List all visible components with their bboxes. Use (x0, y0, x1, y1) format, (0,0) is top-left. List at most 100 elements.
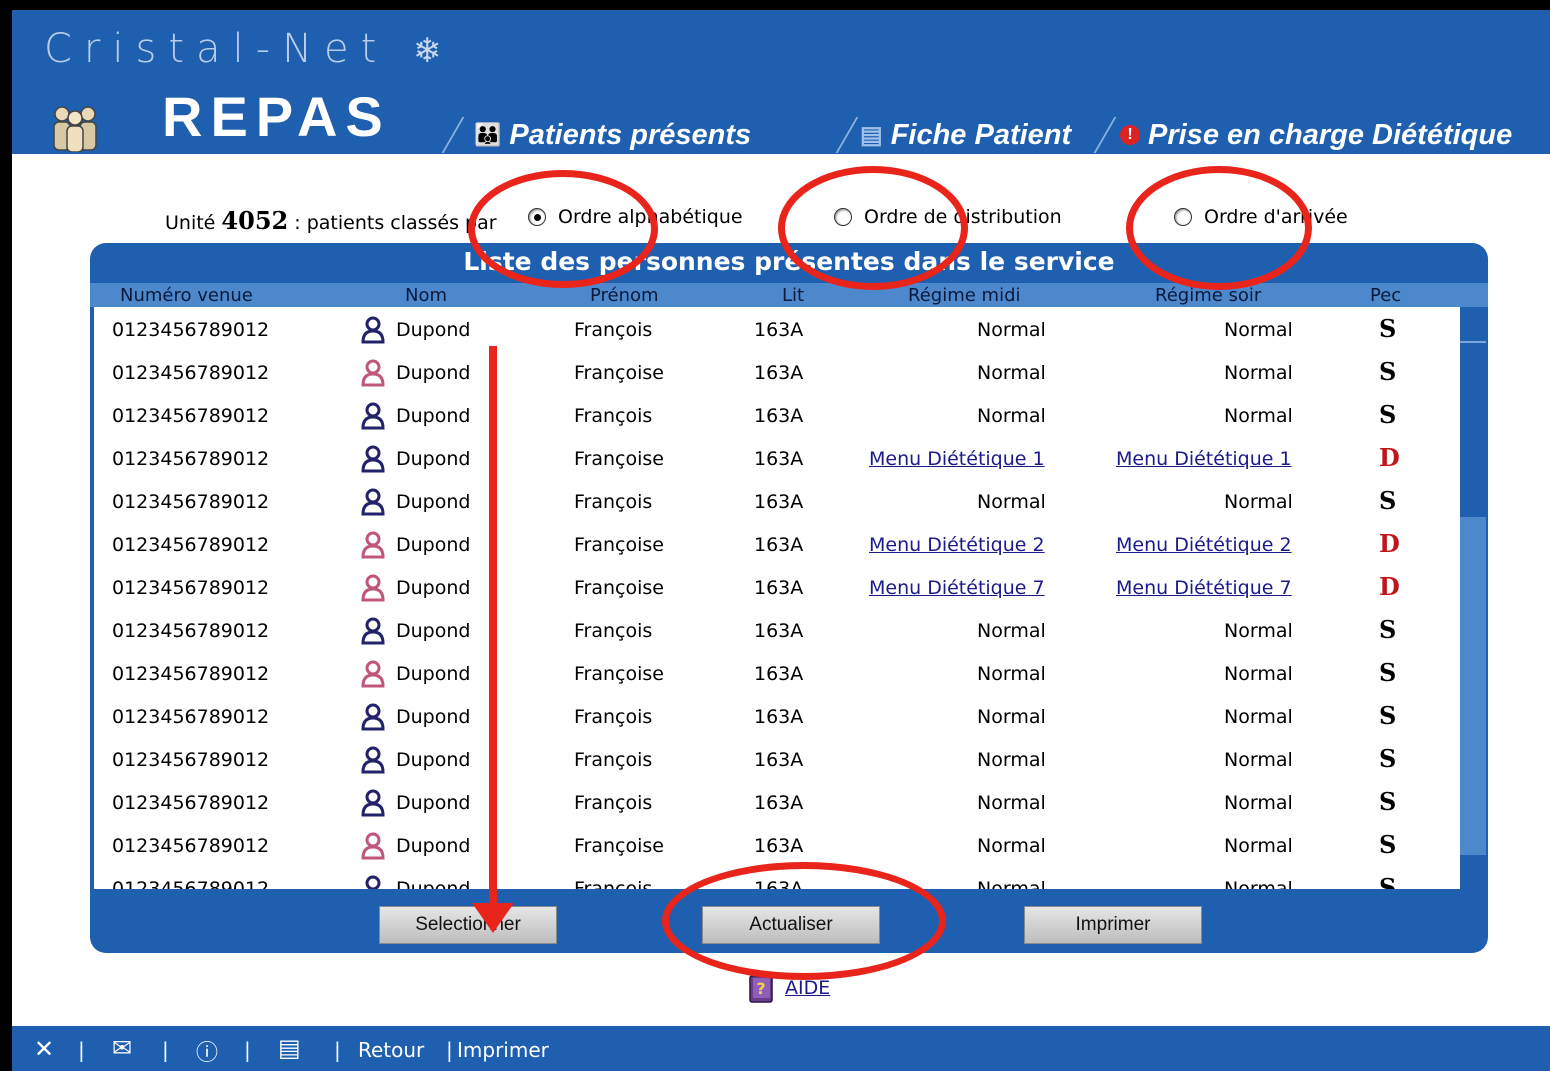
select-button[interactable]: Selectionner (379, 906, 557, 944)
table-row[interactable]: 0123456789012 Dupond François 163A Normal Nor… (94, 397, 1460, 440)
patient-table: 0123456789012 Dupond François 163A Normal Nor… (94, 307, 1460, 889)
female-patient-icon (361, 531, 385, 559)
unit-number: 4052 (221, 206, 289, 235)
male-patient-icon (361, 316, 385, 344)
vertical-scrollbar[interactable] (1460, 307, 1486, 889)
table-row[interactable]: 0123456789012 Dupond François 163A Normal Nor… (94, 612, 1460, 655)
column-header: Nom (405, 285, 448, 306)
sort-distribution-radio[interactable]: Ordre de distribution (834, 206, 1062, 228)
cell-prenom: François (574, 620, 653, 642)
table-row[interactable]: 0123456789012 Dupond Françoise 163A Normal No… (94, 655, 1460, 698)
cell-regime-midi: Normal (977, 491, 1046, 513)
table-row[interactable]: 0123456789012 Dupond Françoise 163A Menu Dié… (94, 569, 1460, 612)
diet-menu-link[interactable]: Menu Diététique 7 (1116, 577, 1292, 599)
cell-pec: S (1379, 314, 1397, 343)
document-icon[interactable]: ▤ (278, 1034, 301, 1062)
app-header: Cristal-Net ❄ REPAS 👪 Patients présents … (12, 10, 1550, 154)
cell-nom: Dupond (396, 835, 471, 857)
info-icon[interactable]: ⓘ (196, 1035, 218, 1067)
cell-numero-venue: 0123456789012 (112, 878, 270, 889)
close-icon[interactable]: ✕ (34, 1035, 54, 1063)
table-row[interactable]: 0123456789012 Dupond Françoise 163A Normal No… (94, 354, 1460, 397)
cell-pec: S (1379, 701, 1397, 730)
cell-regime-soir: Normal (1224, 620, 1293, 642)
cell-numero-venue: 0123456789012 (112, 448, 270, 470)
cell-numero-venue: 0123456789012 (112, 663, 270, 685)
radio-button[interactable] (528, 208, 546, 226)
tab-prise-en-charge[interactable]: ! Prise en charge Diététique (1120, 115, 1512, 155)
male-patient-icon (365, 875, 381, 889)
cell-numero-venue: 0123456789012 (112, 362, 270, 384)
sort-label: Unité 4052 : patients classés par (165, 206, 497, 235)
column-header: Pec (1370, 285, 1402, 306)
table-row[interactable]: 0123456789012 Dupond François 163A Normal Nor… (94, 483, 1460, 526)
mail-icon[interactable]: ✉ (112, 1034, 132, 1062)
cell-nom: Dupond (396, 663, 471, 685)
tab-fiche-patient[interactable]: ▤ Fiche Patient (860, 115, 1071, 155)
table-row[interactable]: 0123456789012 Dupond Françoise 163A Menu Dié… (94, 526, 1460, 569)
refresh-button[interactable]: Actualiser (702, 906, 880, 944)
table-row[interactable]: 0123456789012 Dupond François 163A Normal Nor… (94, 311, 1460, 354)
cell-pec: S (1379, 658, 1397, 687)
footer-print-link[interactable]: Imprimer (457, 1038, 549, 1062)
cell-nom: Dupond (396, 577, 471, 599)
sort-alphabetical-radio[interactable]: Ordre alphabétique (528, 206, 743, 228)
cell-numero-venue: 0123456789012 (112, 319, 270, 341)
help-label[interactable]: AIDE (785, 977, 830, 999)
cell-regime-soir: Normal (1224, 362, 1293, 384)
cell-nom: Dupond (396, 749, 471, 771)
female-patient-icon (361, 832, 385, 860)
scroll-up-button[interactable] (1460, 307, 1486, 343)
document-icon: ▤ (860, 121, 883, 149)
table-row[interactable]: 0123456789012 Dupond François 163A Normal Nor… (94, 870, 1460, 889)
diet-menu-link[interactable]: Menu Diététique 2 (869, 534, 1045, 556)
footer-separator: | (244, 1038, 251, 1062)
female-patient-icon (361, 660, 385, 688)
help-book-icon: ? (749, 975, 773, 1003)
table-row[interactable]: 0123456789012 Dupond François 163A Normal Nor… (94, 741, 1460, 784)
cell-regime-midi: Normal (977, 405, 1046, 427)
alert-icon: ! (1120, 125, 1140, 145)
diet-menu-link[interactable]: Menu Diététique 1 (869, 448, 1045, 470)
cell-prenom: François (574, 405, 653, 427)
cell-numero-venue: 0123456789012 (112, 749, 270, 771)
cell-nom: Dupond (396, 534, 471, 556)
cell-numero-venue: 0123456789012 (112, 792, 270, 814)
help-link[interactable]: ? AIDE (747, 972, 830, 1004)
table-row[interactable]: 0123456789012 Dupond Françoise 163A Menu Dié… (94, 440, 1460, 483)
table-row[interactable]: 0123456789012 Dupond François 163A Normal Nor… (94, 784, 1460, 827)
cell-nom: Dupond (396, 491, 471, 513)
female-patient-icon (361, 574, 385, 602)
cell-regime-midi: Normal (977, 663, 1046, 685)
cell-nom: Dupond (396, 706, 471, 728)
cell-prenom: Françoise (574, 577, 664, 599)
radio-button[interactable] (1174, 208, 1192, 226)
back-link[interactable]: Retour (358, 1038, 424, 1062)
cell-pec: D (1379, 443, 1400, 472)
cell-pec: S (1379, 357, 1397, 386)
scroll-down-button[interactable] (1460, 855, 1486, 889)
product-name: Cristal-Net ❄ (44, 26, 442, 72)
tab-patients-presents[interactable]: 👪 Patients présents (474, 115, 751, 155)
cell-numero-venue: 0123456789012 (112, 706, 270, 728)
print-button[interactable]: Imprimer (1024, 906, 1202, 944)
table-row[interactable]: 0123456789012 Dupond Françoise 163A Normal No… (94, 827, 1460, 870)
diet-menu-link[interactable]: Menu Diététique 1 (1116, 448, 1292, 470)
male-patient-icon (361, 789, 385, 817)
cell-pec: S (1379, 486, 1397, 515)
annotation-arrow-head (472, 903, 514, 933)
cell-nom: Dupond (396, 620, 471, 642)
radio-button[interactable] (834, 208, 852, 226)
cell-numero-venue: 0123456789012 (112, 577, 270, 599)
cell-nom: Dupond (396, 319, 471, 341)
cell-nom: Dupond (396, 362, 471, 384)
cell-pec: S (1379, 744, 1397, 773)
cell-regime-soir: Normal (1224, 792, 1293, 814)
cell-lit: 163A (754, 706, 804, 728)
table-row[interactable]: 0123456789012 Dupond François 163A Normal Nor… (94, 698, 1460, 741)
cell-lit: 163A (754, 362, 804, 384)
diet-menu-link[interactable]: Menu Diététique 2 (1116, 534, 1292, 556)
cell-nom: Dupond (396, 405, 471, 427)
sort-arrival-radio[interactable]: Ordre d'arrivée (1174, 206, 1348, 228)
diet-menu-link[interactable]: Menu Diététique 7 (869, 577, 1045, 599)
